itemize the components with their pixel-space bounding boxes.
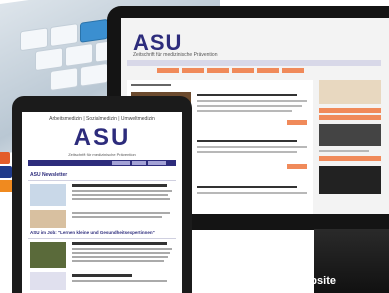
website-nav — [127, 60, 381, 66]
article-text — [72, 248, 172, 250]
website-sidebar — [319, 80, 381, 214]
tablet-nav-links — [112, 160, 172, 166]
website-tabs — [157, 68, 304, 73]
article-text — [72, 190, 172, 192]
article-text — [72, 260, 164, 262]
website-caption: Website — [294, 275, 336, 287]
article-title — [72, 274, 132, 277]
article-text — [72, 212, 170, 214]
tablet-screen: Arbeitsmedizin | Sozialmedizin | Umweltm… — [22, 112, 182, 293]
article-text — [72, 252, 170, 254]
article-text — [72, 216, 162, 218]
article-text — [72, 194, 168, 196]
article-thumbnail — [30, 184, 66, 206]
article-text — [72, 198, 170, 200]
article-title — [72, 242, 167, 245]
article-title — [72, 184, 167, 187]
article-text — [72, 280, 167, 282]
website-tagline: Zeitschrift für medizinische Prävention — [133, 52, 218, 58]
tablet-header-small: Arbeitsmedizin | Sozialmedizin | Umweltm… — [49, 116, 155, 122]
tablet-logo: ASU — [73, 124, 131, 151]
article-thumbnail — [30, 272, 66, 290]
tablet-section-2: ASU im Job: "Lernen kleine und Gesundhei… — [30, 230, 155, 235]
tablet-section-1: ASU Newsletter — [30, 172, 68, 178]
article-thumbnail — [30, 210, 66, 228]
tablet-tagline: Zeitschrift für medizinische Prävention — [68, 152, 136, 157]
tablet-separator — [28, 180, 176, 181]
article-text — [72, 256, 168, 258]
tablet-separator — [28, 238, 176, 239]
article-thumbnail — [30, 242, 66, 268]
